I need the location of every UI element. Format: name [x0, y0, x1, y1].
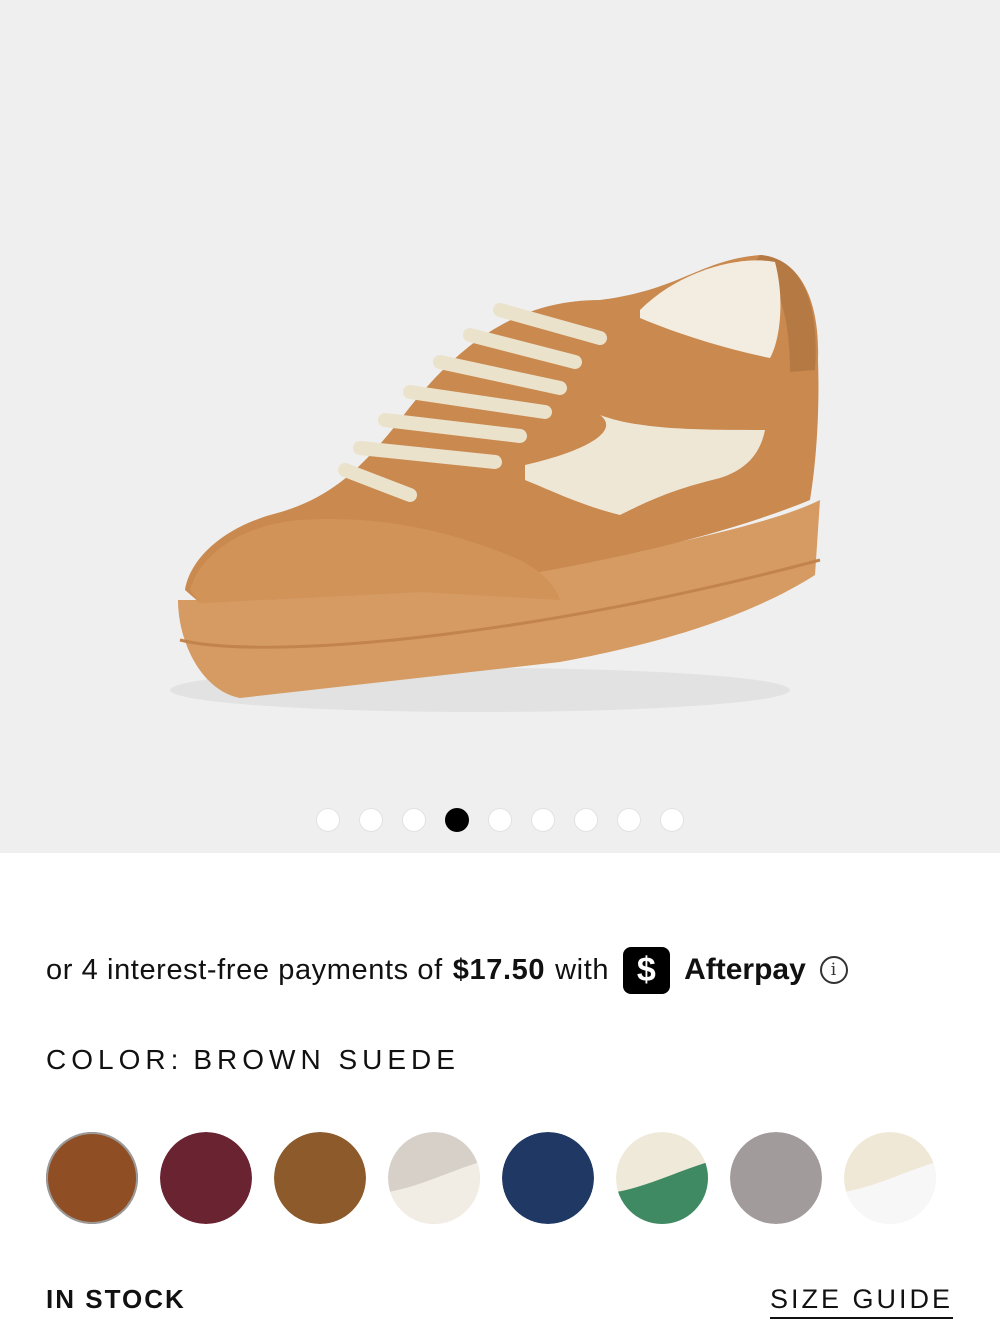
swatch-tan-suede[interactable]	[274, 1132, 366, 1224]
swatch-grey-suede[interactable]	[730, 1132, 822, 1224]
afterpay-logo-icon: $	[623, 946, 671, 994]
color-label: COLOR: BROWN SUEDE	[46, 1044, 460, 1076]
afterpay-brand: Afterpay	[684, 953, 806, 986]
info-icon[interactable]: i	[819, 956, 848, 984]
product-image-gallery[interactable]	[0, 0, 1000, 853]
swatch-burgundy-suede[interactable]	[160, 1132, 252, 1224]
swatch-navy-suede[interactable]	[502, 1132, 594, 1224]
color-value: BROWN SUEDE	[193, 1044, 460, 1075]
gallery-dot[interactable]	[488, 808, 512, 832]
color-swatches	[46, 1132, 936, 1224]
product-image	[170, 255, 821, 712]
size-guide-link[interactable]: SIZE GUIDE	[769, 1284, 953, 1319]
swatch-cream-white[interactable]	[844, 1132, 936, 1224]
gallery-dot[interactable]	[402, 808, 426, 832]
gallery-dot[interactable]	[531, 808, 555, 832]
gallery-dot[interactable]	[359, 808, 383, 832]
swatch-cream-green[interactable]	[616, 1132, 708, 1224]
swatch-brown-suede[interactable]	[46, 1132, 138, 1224]
gallery-dot[interactable]	[316, 808, 340, 832]
swatch-light-grey-suede[interactable]	[388, 1132, 480, 1224]
gallery-dot[interactable]	[445, 808, 469, 832]
gallery-pagination	[0, 808, 1000, 832]
gallery-dot[interactable]	[574, 808, 598, 832]
gallery-dot[interactable]	[617, 808, 641, 832]
stock-status: IN STOCK	[46, 1284, 186, 1314]
gallery-dot[interactable]	[660, 808, 684, 832]
color-label-key: COLOR:	[46, 1044, 184, 1075]
installment-amount: $17.50	[452, 953, 546, 986]
afterpay-message: or 4 interest-free payments of $17.50 wi…	[46, 944, 848, 996]
afterpay-prefix: or 4 interest-free payments of	[46, 953, 443, 986]
afterpay-with: with	[555, 953, 610, 986]
